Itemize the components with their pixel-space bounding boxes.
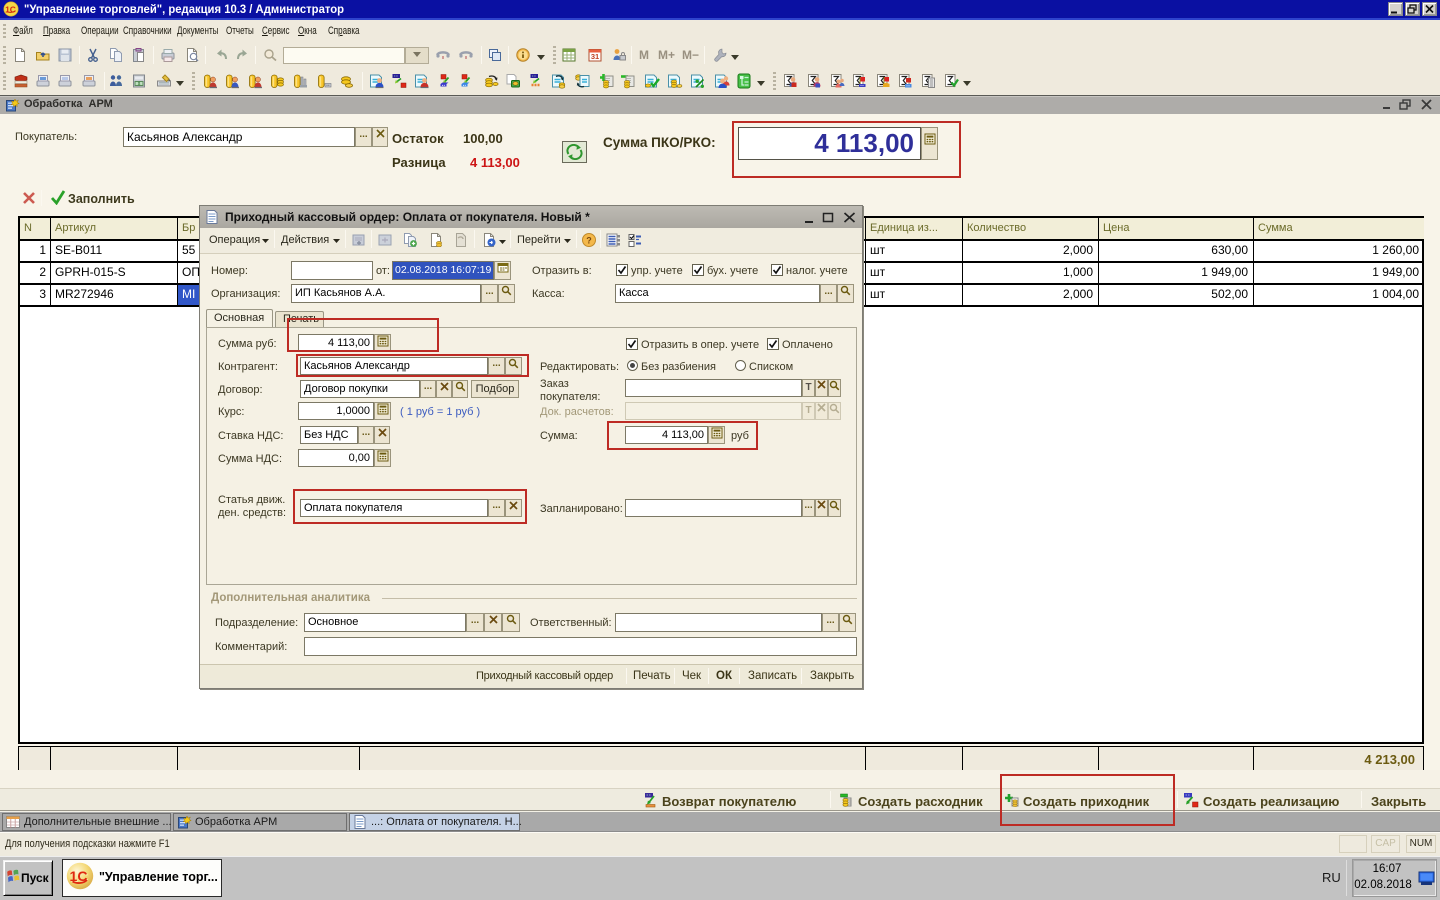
svg-text:31: 31 xyxy=(591,52,599,61)
svg-text:1С: 1С xyxy=(5,5,16,15)
svg-text:?: ? xyxy=(586,236,592,246)
